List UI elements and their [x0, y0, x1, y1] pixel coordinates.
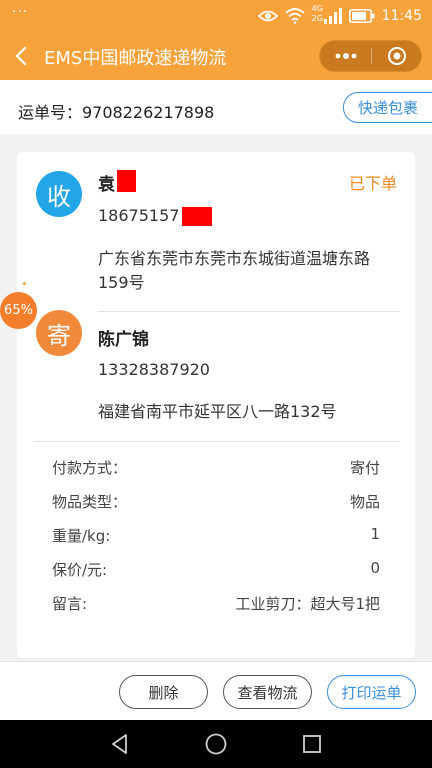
receiver-address: 广东省东莞市东莞市东城街道温塘东路159号: [98, 249, 371, 292]
sender-name: 陈广锦: [98, 330, 149, 350]
express-package-button[interactable]: 快递包裹: [343, 92, 432, 123]
order-card: 收 袁 已下单 18675157 广东省东莞市东莞市东城街道温塘东路159号 寄…: [17, 152, 415, 658]
receiver-phone: 18675157: [98, 206, 180, 225]
divider: [98, 311, 400, 312]
network-top-label: 4G: [311, 4, 323, 13]
floating-progress-badge[interactable]: 65%: [0, 292, 37, 329]
order-status: 已下单: [348, 174, 397, 193]
signal-indicator: 4G 2G: [311, 4, 342, 25]
more-button[interactable]: [320, 41, 371, 71]
system-navigation-bar: [0, 720, 432, 768]
divider: [34, 441, 400, 442]
home-circle-icon[interactable]: [204, 732, 228, 756]
redaction-block: [182, 207, 212, 226]
detail-value: 寄付: [349, 459, 380, 477]
wifi-icon: [285, 8, 305, 24]
back-triangle-icon[interactable]: [108, 732, 132, 756]
detail-key: 保价/元:: [52, 561, 108, 579]
detail-key: 重量/kg:: [52, 527, 111, 545]
waybill-number: 运单号：9708226217898: [18, 103, 215, 122]
waybill-bar: 运单号：9708226217898 快递包裹: [0, 80, 432, 134]
more-dots-icon: [335, 53, 356, 59]
page-title: EMS中国邮政速递物流: [44, 48, 227, 69]
network-bottom-label: 2G: [311, 14, 323, 23]
sender-address: 福建省南平市延平区八一路132号: [98, 402, 337, 421]
detail-key: 留言:: [52, 595, 88, 613]
sender-badge: 寄: [36, 310, 82, 356]
signal-icon: [323, 8, 342, 24]
redaction-block: [117, 170, 136, 192]
detail-key: 物品类型：: [52, 493, 128, 511]
status-icons: 4G 2G 11:45: [257, 4, 422, 25]
detail-value: 物品: [349, 493, 380, 511]
notification-dots: ···: [12, 4, 29, 20]
chevron-left-icon[interactable]: [10, 42, 34, 70]
delete-button[interactable]: 删除: [119, 675, 208, 709]
detail-row-payment: 付款方式： 寄付: [52, 457, 380, 479]
sender-phone: 13328387920: [98, 360, 210, 379]
detail-row-insurance: 保价/元: 0: [52, 559, 380, 581]
detail-value: 0: [370, 559, 380, 577]
target-circle-icon: [388, 47, 406, 65]
action-bar: 删除 查看物流 打印运单: [0, 661, 432, 720]
navigation-bar: EMS中国邮政速递物流: [0, 32, 432, 80]
status-bar: ··· 4G 2G 11:45: [0, 0, 432, 32]
detail-row-message: 留言: 工业剪刀：超大号1把: [52, 593, 380, 615]
floating-dot: [23, 282, 26, 285]
detail-row-item-type: 物品类型： 物品: [52, 491, 380, 513]
eye-icon: [257, 10, 278, 22]
print-waybill-button[interactable]: 打印运单: [327, 675, 416, 709]
receiver-badge: 收: [36, 171, 82, 217]
close-miniprogram-button[interactable]: [372, 41, 422, 71]
view-logistics-button[interactable]: 查看物流: [223, 675, 312, 709]
detail-row-weight: 重量/kg: 1: [52, 525, 380, 547]
detail-value: 工业剪刀：超大号1把: [235, 595, 380, 613]
detail-key: 付款方式：: [52, 459, 128, 477]
receiver-name: 袁: [98, 175, 115, 195]
clock: 11:45: [381, 8, 422, 24]
recents-square-icon[interactable]: [300, 732, 324, 756]
battery-icon: [348, 9, 375, 23]
detail-value: 1: [370, 525, 380, 543]
miniprogram-capsule: [319, 40, 422, 72]
